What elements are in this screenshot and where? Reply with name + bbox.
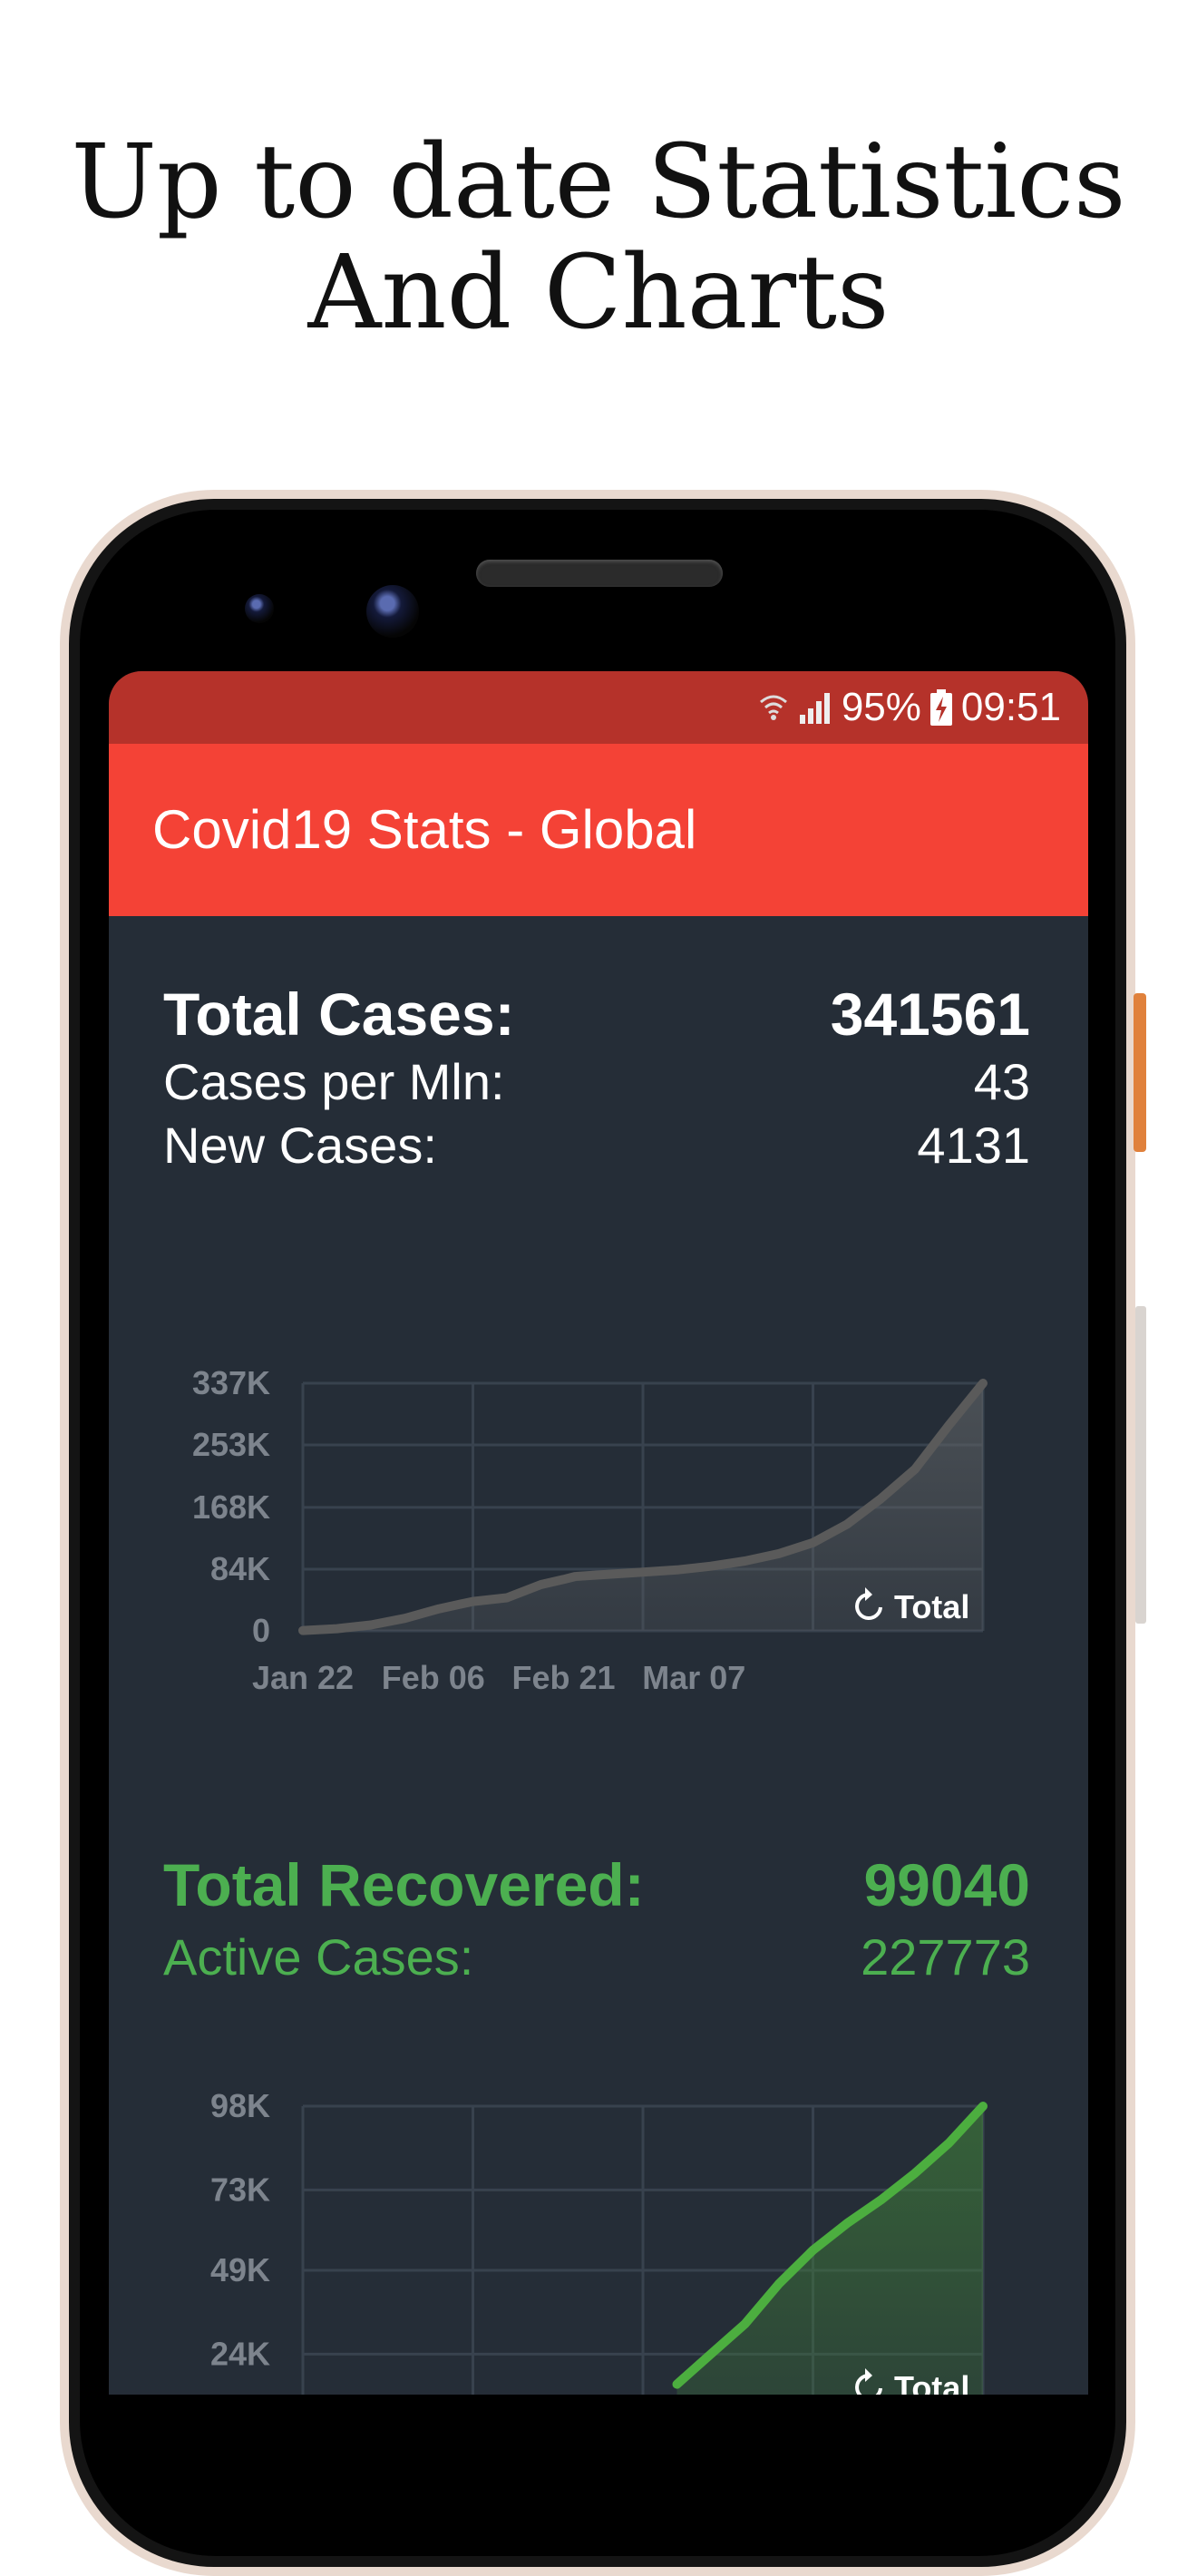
active-cases-row: Active Cases: 227773 [163, 1927, 1030, 1986]
y-tick-label: 73K [210, 2171, 270, 2208]
total-recovered-value: 99040 [863, 1851, 1030, 1918]
active-cases-label: Active Cases: [163, 1928, 474, 1986]
new-cases-label: New Cases: [163, 1117, 437, 1174]
battery-charging-icon [929, 689, 952, 726]
total-recovered-row: Total Recovered: 99040 [163, 1850, 1030, 1919]
y-tick-label: 253K [192, 1426, 270, 1463]
cases-per-mln-row: Cases per Mln: 43 [163, 1052, 1030, 1111]
legend-label: Total [894, 2369, 969, 2395]
signal-icon [799, 693, 830, 724]
y-tick-label: 168K [192, 1488, 270, 1526]
y-tick-label: 98K [210, 2087, 270, 2124]
total-recovered-label: Total Recovered: [163, 1851, 645, 1918]
y-tick-label: 337K [192, 1364, 270, 1401]
battery-percent: 95% [841, 685, 921, 729]
earpiece-speaker [476, 560, 723, 587]
headline-line-2: And Charts [307, 234, 890, 352]
x-tick-label: Feb 21 [511, 1659, 615, 1696]
x-tick-label: Mar 07 [642, 1659, 745, 1696]
headline-line-1: Up to date Statistics [71, 123, 1126, 241]
app-bar: Covid19 Stats - Global [109, 744, 1088, 916]
app-title: Covid19 Stats - Global [152, 799, 697, 860]
total-cases-label: Total Cases: [163, 981, 515, 1048]
new-cases-value: 4131 [917, 1117, 1030, 1174]
cases-per-mln-label: Cases per Mln: [163, 1053, 505, 1110]
power-button [1135, 1306, 1146, 1624]
y-tick-label: 0 [252, 1612, 270, 1649]
total-recovered-chart: 24K 49K 73K 98K Total [210, 2087, 988, 2395]
app-screen: 95% 09:51 Covid19 Stats - Global Total C… [109, 671, 1088, 2395]
y-tick-label: 49K [210, 2251, 270, 2288]
total-cases-value: 341561 [830, 981, 1030, 1048]
total-cases-chart: 0 84K 168K 253K 337K Jan 22 Feb 06 Feb 21 Mar 07… [192, 1364, 988, 1696]
clock: 09:51 [960, 685, 1061, 729]
status-bar: 95% 09:51 [109, 671, 1088, 744]
front-camera [366, 585, 419, 638]
front-sensor [245, 594, 274, 623]
x-tick-label: Jan 22 [252, 1659, 354, 1696]
new-cases-row: New Cases: 4131 [163, 1116, 1030, 1175]
cases-per-mln-value: 43 [973, 1053, 1030, 1110]
wifi-icon [759, 695, 787, 720]
headline: Up to date Statistics And Charts [0, 127, 1197, 348]
volume-button [1134, 993, 1146, 1152]
y-tick-label: 84K [210, 1550, 270, 1587]
y-tick-label: 24K [210, 2335, 270, 2372]
active-cases-value: 227773 [861, 1928, 1030, 1986]
legend-label: Total [894, 1588, 969, 1625]
total-cases-row: Total Cases: 341561 [163, 980, 1030, 1049]
x-tick-label: Feb 06 [382, 1659, 485, 1696]
